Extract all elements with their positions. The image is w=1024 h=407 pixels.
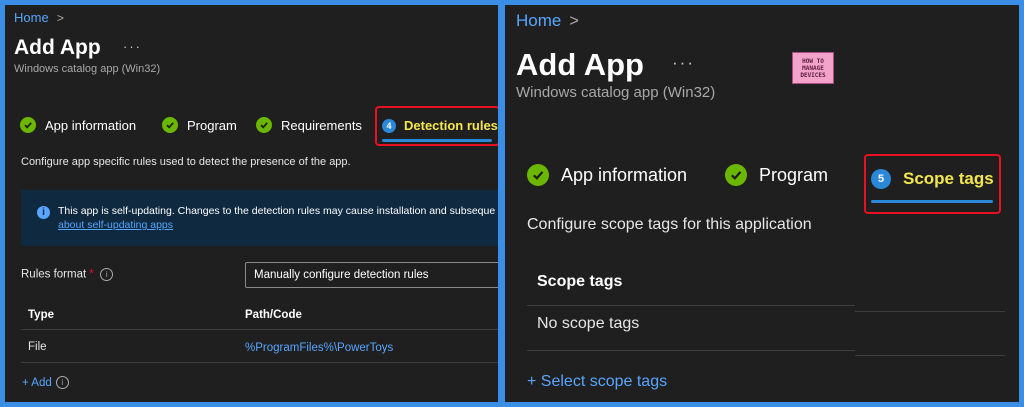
column-header-type: Type xyxy=(28,309,54,321)
tab-app-information[interactable]: App information xyxy=(527,164,687,186)
logo-line: MANAGE xyxy=(802,64,824,72)
page-title: Add App xyxy=(14,36,101,59)
column-header-scope-tags: Scope tags xyxy=(537,273,623,290)
chevron-right-icon: > xyxy=(569,11,579,30)
self-updating-link[interactable]: about self-updating apps xyxy=(58,219,173,231)
info-text: This app is self-updating. Changes to th… xyxy=(58,205,496,217)
more-options-icon[interactable]: ··· xyxy=(123,39,142,54)
check-circle-icon xyxy=(256,117,272,133)
more-options-icon[interactable]: ··· xyxy=(672,53,695,73)
tab-label: Scope tags xyxy=(903,169,994,188)
select-value: Manually configure detection rules xyxy=(254,269,429,281)
check-circle-icon xyxy=(527,164,549,186)
breadcrumb-home-link[interactable]: Home xyxy=(14,10,49,25)
select-scope-tags-link[interactable]: + Select scope tags xyxy=(527,373,667,391)
info-bar: i This app is self-updating. Changes to … xyxy=(21,190,498,246)
column-header-path: Path/Code xyxy=(245,309,302,321)
tab-label: Requirements xyxy=(281,117,362,133)
divider xyxy=(527,305,855,306)
tab-requirements[interactable]: Requirements xyxy=(256,117,362,133)
page-subtitle: Windows catalog app (Win32) xyxy=(14,63,161,75)
right-panel: Home > Add App ··· HOW TO MANAGE DEVICES… xyxy=(505,5,1019,402)
left-panel: Home > Add App ··· Windows catalog app (… xyxy=(5,5,498,402)
tab-label: App information xyxy=(561,164,688,185)
divider xyxy=(855,311,1005,312)
check-circle-icon xyxy=(162,117,178,133)
tab-detection-rules[interactable]: 4 Detection rules xyxy=(382,118,498,133)
breadcrumb: Home > xyxy=(14,10,64,25)
rules-format-label: Rules format * i xyxy=(21,268,114,281)
info-circle-icon[interactable]: i xyxy=(55,376,69,389)
brand-logo: HOW TO MANAGE DEVICES xyxy=(792,52,834,84)
check-circle-icon xyxy=(20,117,36,133)
empty-state-text: No scope tags xyxy=(537,315,640,332)
tab-label: Program xyxy=(759,164,829,185)
label-text: Rules format xyxy=(21,268,87,281)
tab-label: Detection rules xyxy=(404,118,498,133)
active-tab-indicator xyxy=(382,139,492,142)
check-circle-icon xyxy=(725,164,747,186)
tab-scope-tags[interactable]: 5 Scope tags xyxy=(871,169,994,189)
page-subtitle: Windows catalog app (Win32) xyxy=(516,84,716,101)
step-number-badge: 4 xyxy=(382,118,396,133)
tab-label: Program xyxy=(187,117,237,133)
divider xyxy=(527,350,855,351)
add-label: + Add xyxy=(22,376,52,389)
divider xyxy=(855,355,1005,356)
active-tab-indicator xyxy=(871,200,993,203)
page-title: Add App xyxy=(516,47,644,82)
page-description: Configure scope tags for this applicatio… xyxy=(527,216,812,233)
breadcrumb-home-link[interactable]: Home xyxy=(516,11,561,31)
logo-line: HOW TO xyxy=(802,57,824,65)
divider xyxy=(21,329,498,330)
table-cell-path-link[interactable]: %ProgramFiles%\PowerToys xyxy=(245,342,393,354)
required-marker: * xyxy=(89,268,94,281)
chevron-right-icon: > xyxy=(56,10,64,25)
divider xyxy=(21,362,498,363)
add-rule-button[interactable]: + Add i xyxy=(22,376,69,389)
step-number-badge: 5 xyxy=(871,169,891,189)
rules-format-select[interactable]: Manually configure detection rules xyxy=(245,262,498,288)
tab-label: App information xyxy=(45,117,137,133)
breadcrumb: Home > xyxy=(516,11,579,31)
table-cell-type: File xyxy=(28,341,47,353)
tab-program[interactable]: Program xyxy=(725,164,828,186)
logo-line: DEVICES xyxy=(800,71,826,79)
tab-program[interactable]: Program xyxy=(162,117,237,133)
page-description: Configure app specific rules used to det… xyxy=(21,156,351,168)
info-circle-icon[interactable]: i xyxy=(100,268,114,281)
tab-app-information[interactable]: App information xyxy=(20,117,136,133)
info-icon: i xyxy=(37,206,50,219)
